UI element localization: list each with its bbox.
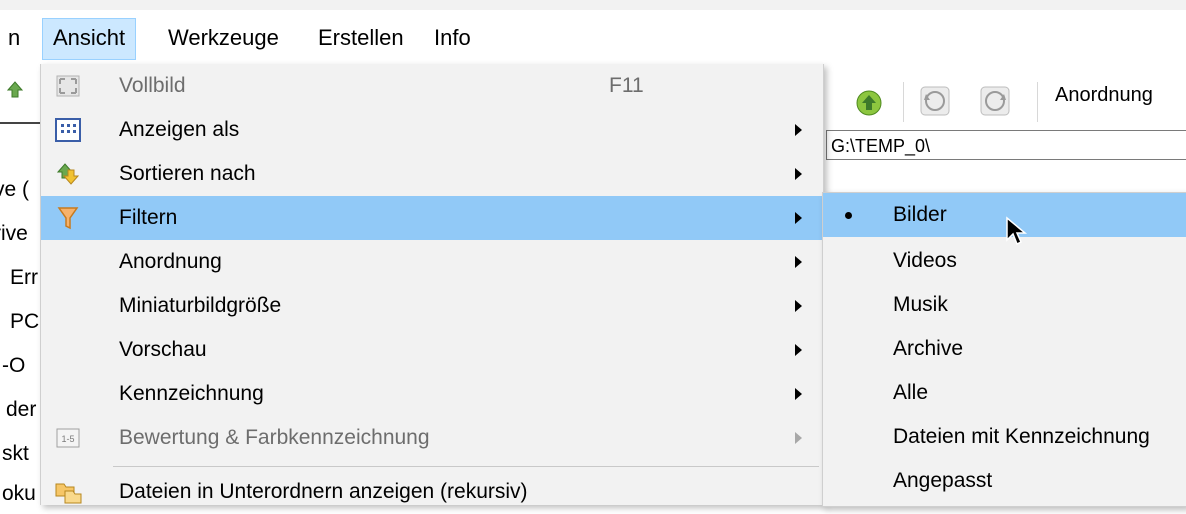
subfolder-icon xyxy=(55,483,82,504)
submenu-arrow-icon xyxy=(795,432,802,444)
mouse-cursor-icon xyxy=(1006,216,1028,246)
filter-item-label: Alle xyxy=(893,381,929,404)
submenu-arrow-icon xyxy=(795,168,802,180)
window-top-strip xyxy=(0,0,1186,10)
filter-funnel-icon xyxy=(57,207,79,230)
menu-item-vorschau[interactable]: Vorschau xyxy=(41,328,823,372)
tree-item[interactable]: der xyxy=(6,398,36,422)
menu-item-anzeigen-als[interactable]: Anzeigen als xyxy=(41,108,823,152)
divider xyxy=(0,122,40,124)
toolbar-separator xyxy=(903,82,904,122)
tree-item[interactable]: PC xyxy=(10,310,39,334)
ansicht-dropdown-menu: Vollbild F11 Anzeigen als Sortieren nach… xyxy=(40,64,824,505)
menu-item-label: Bewertung & Farbkennzeichnung xyxy=(119,426,430,449)
menu-item-filtern[interactable]: Filtern xyxy=(41,196,823,240)
green-arrow-icon[interactable] xyxy=(4,78,26,100)
tree-item[interactable]: -O xyxy=(2,354,25,378)
menu-datei-partial[interactable]: n xyxy=(0,18,30,58)
filter-item-label: Archive xyxy=(893,337,964,360)
tree-item[interactable]: rive xyxy=(0,222,28,246)
submenu-arrow-icon xyxy=(795,388,802,400)
filter-submenu: Bilder Videos Musik Archive Alle Dateien… xyxy=(822,192,1186,507)
menu-item-label: Sortieren nach xyxy=(119,162,256,185)
sort-icon xyxy=(56,163,80,185)
submenu-arrow-icon xyxy=(795,124,802,136)
filter-item-label: Angepasst xyxy=(893,469,993,492)
folder-tree-partial: ve ( rive Err PC -O der skt oku xyxy=(0,64,40,505)
toolbar-separator xyxy=(1037,82,1038,122)
filter-item-label: Dateien mit Kennzeichnung xyxy=(893,425,1150,448)
radio-selected-icon xyxy=(845,212,852,219)
filter-item-archive[interactable]: Archive xyxy=(823,327,1186,371)
submenu-arrow-icon xyxy=(795,256,802,268)
menu-werkzeuge[interactable]: Werkzeuge xyxy=(158,18,289,58)
filter-item-musik[interactable]: Musik xyxy=(823,283,1186,327)
menu-info[interactable]: Info xyxy=(424,18,481,58)
filter-item-label: Bilder xyxy=(893,203,947,226)
menu-separator xyxy=(113,466,819,467)
menu-item-label: Filtern xyxy=(119,206,178,229)
menu-erstellen[interactable]: Erstellen xyxy=(308,18,414,58)
filter-item-angepasst[interactable]: Angepasst xyxy=(823,459,1186,503)
grid-view-icon xyxy=(55,118,81,142)
rotate-left-icon[interactable] xyxy=(918,84,952,118)
menu-item-miniaturbildgroesse[interactable]: Miniaturbildgröße xyxy=(41,284,823,328)
rotate-right-icon[interactable] xyxy=(978,84,1012,118)
menu-item-vollbild[interactable]: Vollbild F11 xyxy=(41,64,823,108)
filter-item-kennzeichnung[interactable]: Dateien mit Kennzeichnung xyxy=(823,415,1186,459)
path-input[interactable]: G:\TEMP_0\ xyxy=(826,130,1186,160)
rating-icon: 1-5 xyxy=(56,428,80,448)
menu-item-kennzeichnung[interactable]: Kennzeichnung xyxy=(41,372,823,416)
tree-item[interactable]: Err xyxy=(10,266,38,290)
menu-item-anordnung[interactable]: Anordnung xyxy=(41,240,823,284)
submenu-arrow-icon xyxy=(795,212,802,224)
tree-item[interactable]: oku xyxy=(2,482,36,505)
menu-item-label: Anzeigen als xyxy=(119,118,240,141)
filter-item-label: Videos xyxy=(893,249,957,272)
menu-item-label: Kennzeichnung xyxy=(119,382,264,405)
submenu-arrow-icon xyxy=(795,300,802,312)
menu-ansicht[interactable]: Ansicht xyxy=(42,18,137,60)
menu-item-label: Vorschau xyxy=(119,338,207,361)
menu-bar: n Ansicht Werkzeuge Erstellen Info xyxy=(0,0,1186,64)
submenu-arrow-icon xyxy=(795,344,802,356)
tree-item[interactable]: skt xyxy=(2,442,29,466)
menu-item-label: Miniaturbildgröße xyxy=(119,294,282,317)
filter-item-alle[interactable]: Alle xyxy=(823,371,1186,415)
menu-item-sortieren-nach[interactable]: Sortieren nach xyxy=(41,152,823,196)
back-up-icon[interactable] xyxy=(852,86,886,120)
menu-item-label: Anordnung xyxy=(119,250,222,273)
filter-item-label: Musik xyxy=(893,293,948,316)
menu-item-rekursiv[interactable]: Dateien in Unterordnern anzeigen (rekurs… xyxy=(41,470,823,514)
svg-text:1-5: 1-5 xyxy=(61,434,74,444)
menu-item-bewertung[interactable]: 1-5 Bewertung & Farbkennzeichnung xyxy=(41,416,823,460)
fullscreen-icon xyxy=(56,75,80,97)
anordnung-button[interactable]: Anordnung xyxy=(1055,84,1153,107)
menu-item-label: Vollbild xyxy=(119,74,186,97)
menu-item-label: Dateien in Unterordnern anzeigen (rekurs… xyxy=(119,480,528,503)
tree-item[interactable]: ve ( xyxy=(0,178,29,202)
shortcut-label: F11 xyxy=(609,74,644,97)
